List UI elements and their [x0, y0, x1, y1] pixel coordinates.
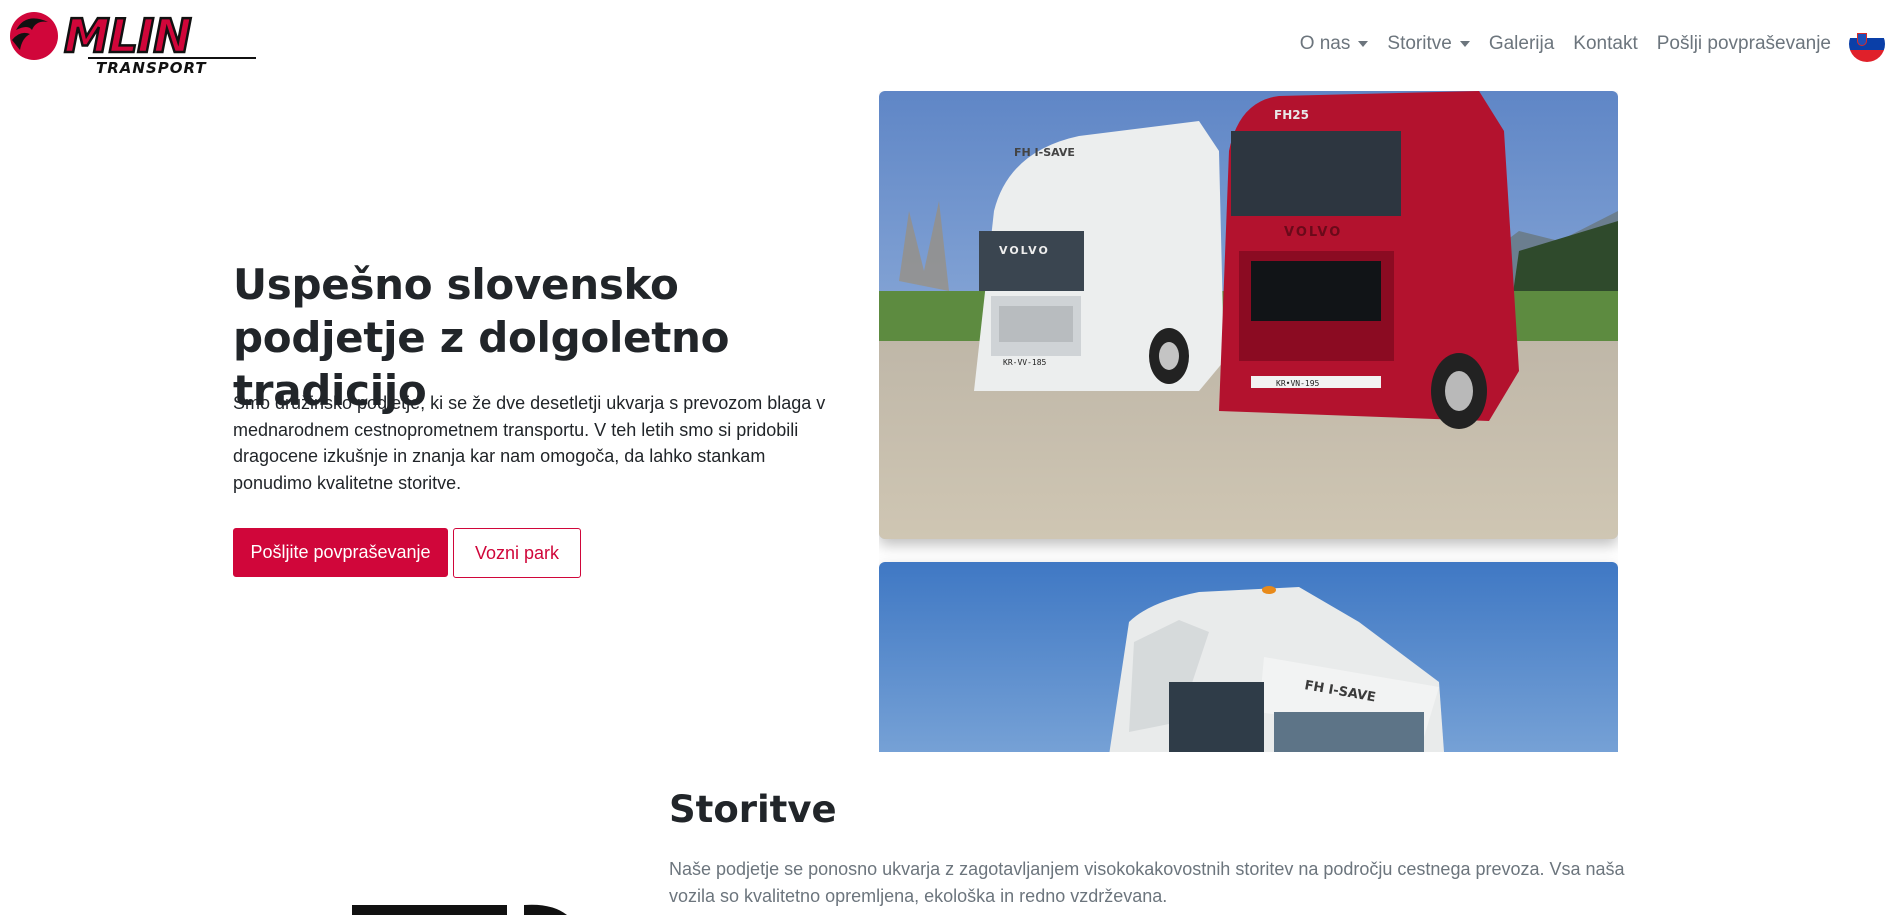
nav-item-label: Storitve: [1387, 33, 1452, 54]
logo-text: MLIN: [64, 10, 191, 63]
nav-item-poslji-povprasevanje[interactable]: Pošlji povpraševanje: [1657, 33, 1831, 55]
nav-item-galerija[interactable]: Galerija: [1489, 33, 1554, 55]
red-truck-brand: VOLVO: [1284, 225, 1342, 240]
nav-item-kontakt[interactable]: Kontakt: [1573, 33, 1637, 55]
mlin-transport-logo[interactable]: MLIN TRANSPORT: [6, 10, 261, 76]
truck-cab-photo: FH I-SAVE: [879, 562, 1618, 752]
services-description: Naše podjetje se ponosno ukvarja z zagot…: [669, 859, 1625, 906]
hero-description: Smo družinsko podjetje, ki se že dve des…: [233, 393, 826, 493]
nav-item-storitve[interactable]: Storitve: [1387, 33, 1470, 55]
hero-gallery: FH I-SAVE VOLVO KR-VV-185 FH25 VOLVO KR•…: [879, 91, 1618, 752]
nav-item-o-nas[interactable]: O nas: [1300, 33, 1369, 55]
main-nav: O nas Storitve Galerija Kontakt Pošlji p…: [1281, 22, 1885, 66]
services-title: Storitve: [669, 788, 837, 831]
white-truck-brand: VOLVO: [999, 244, 1050, 257]
services-illustration: [352, 904, 567, 915]
caret-down-icon: [1358, 41, 1369, 47]
fleet-button[interactable]: Vozni park: [453, 528, 581, 578]
trucks-photo: FH I-SAVE VOLVO KR-VV-185 FH25 VOLVO KR•…: [879, 91, 1618, 539]
white-truck-badge: FH I-SAVE: [1014, 146, 1075, 159]
red-truck-plate: KR•VN-195: [1276, 379, 1320, 388]
nav-item-label: O nas: [1299, 33, 1351, 54]
navbar: MLIN TRANSPORT O nas Storitve Galerija K…: [0, 0, 1901, 90]
red-truck-badge: FH25: [1274, 108, 1309, 122]
send-inquiry-button[interactable]: Pošljite povpraševanje: [233, 528, 448, 577]
caret-down-icon: [1459, 41, 1470, 47]
white-truck-plate: KR-VV-185: [1003, 358, 1047, 367]
slovenia-flag-icon[interactable]: [1849, 26, 1885, 62]
logo-subtext: TRANSPORT: [96, 59, 207, 76]
